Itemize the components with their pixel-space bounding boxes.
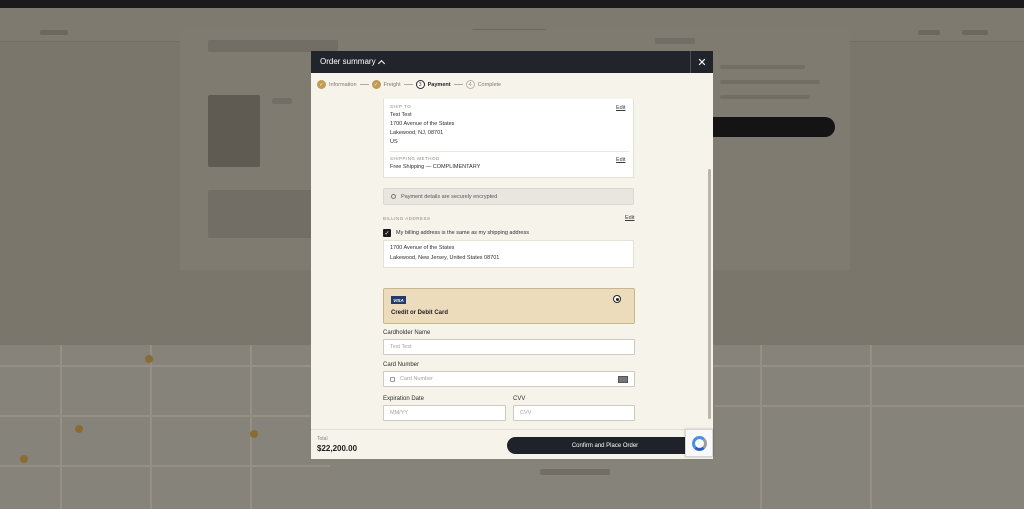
step-complete: 4 Complete [465,80,502,89]
step-label: Payment [427,81,451,88]
ship-to-label: SHIP TO [390,104,412,109]
map-road [0,415,320,417]
card-number-input[interactable]: Card Number [383,371,635,387]
map-road [250,345,252,509]
background-checkout-button [700,117,835,137]
map-pin-icon [250,430,258,438]
cvv-input[interactable]: CVV [513,405,635,421]
step-separator [453,84,463,85]
order-summary-modal: Order summary ✕ ✓ Information ✓ Freight … [311,51,713,459]
background-nav-item [962,30,988,35]
shipping-summary-card: SHIP TO Edit Test Test 1700 Avenue of th… [383,99,634,178]
map-road [715,405,1024,407]
edit-shipping-method-link[interactable]: Edit [616,157,625,163]
background-sidebar-line [720,65,805,69]
cardholder-name-value: Test Test [390,344,412,350]
close-button[interactable]: ✕ [690,51,713,73]
background-note-block [208,190,318,238]
same-as-shipping-label: My billing address is the same as my shi… [396,230,529,236]
step-separator [403,84,413,85]
step-label: Freight [383,81,401,88]
payment-option-radio[interactable] [613,295,621,303]
payment-option-label: Credit or Debit Card [391,310,449,316]
check-icon: ✓ [317,80,326,89]
confirm-order-button[interactable]: Confirm and Place Order [507,437,703,454]
ship-name: Test Test [390,112,412,118]
bill-street: 1700 Avenue of the States [390,245,455,251]
card-number-placeholder: Card Number [400,376,434,382]
cvv-placeholder: CVV [520,410,532,416]
shipping-method-label: SHIPPING METHOD [390,156,440,161]
map-road [870,345,872,509]
modal-scrollbar[interactable] [708,99,712,429]
map-road [0,465,330,467]
background-product-text [272,98,292,104]
map-road [760,345,762,509]
recaptcha-badge[interactable] [685,429,713,457]
close-icon: ✕ [697,56,707,69]
secure-note-text: Payment details are securely encrypted [401,193,498,200]
modal-scroll-content[interactable]: SHIP TO Edit Test Test 1700 Avenue of th… [311,99,707,428]
map-road [150,345,152,509]
background-sidebar-title [655,38,695,44]
step-separator [359,84,369,85]
expiration-date-placeholder: MM/YY [390,410,409,416]
ship-city: Lakewood, NJ, 08701 [390,130,444,136]
background-map-label [540,469,610,475]
background-nav-item [40,30,68,35]
modal-title: Order summary [320,57,376,66]
step-freight[interactable]: ✓ Freight [371,80,401,89]
cardholder-name-label: Cardholder Name [383,330,431,336]
billing-address-card: 1700 Avenue of the States Lakewood, New … [383,240,634,268]
step-number: 4 [465,80,475,89]
checkout-steps: ✓ Information ✓ Freight 3 Payment 4 Comp… [317,80,501,89]
edit-shipping-link[interactable]: Edit [616,105,625,111]
same-as-shipping-checkbox[interactable]: ✓ [383,229,391,237]
background-product-image [208,95,260,167]
shipping-method-value: Free Shipping — COMPLIMENTARY [390,164,481,170]
step-label: Information [329,81,357,88]
map-road [60,345,62,509]
expiration-date-input[interactable]: MM/YY [383,405,506,421]
step-label: Complete [477,81,502,88]
lock-icon [391,194,396,199]
card-number-label: Card Number [383,362,420,368]
check-icon: ✓ [371,80,381,89]
background-sidebar-line [720,95,810,99]
chevron-up-icon [377,59,385,67]
credit-card-option[interactable]: VISA Credit or Debit Card [383,288,635,324]
background-nav-item [918,30,940,35]
step-number: 3 [415,80,425,89]
step-payment: 3 Payment [415,80,451,89]
divider [389,151,629,152]
same-as-shipping-row[interactable]: ✓ My billing address is the same as my s… [383,229,529,237]
step-information[interactable]: ✓ Information [317,80,357,89]
modal-header: Order summary ✕ [311,51,713,73]
scrollbar-thumb[interactable] [708,169,711,419]
visa-icon: VISA [391,296,406,304]
expiration-date-label: Expiration Date [383,396,425,402]
total-value: $22,200.00 [317,444,358,453]
lock-icon [390,376,395,382]
recaptcha-icon [691,435,707,451]
map-pin-icon [20,455,28,463]
cvv-label: CVV [513,396,526,402]
edit-billing-link[interactable]: Edit [625,215,634,221]
credit-card-icon [618,376,628,383]
map-pin-icon [75,425,83,433]
billing-address-label: BILLING ADDRESS [383,216,431,221]
bill-city: Lakewood, New Jersey, United States 0870… [390,255,500,261]
background-sidebar-line [720,80,820,84]
ship-country: US [390,139,398,145]
ship-street: 1700 Avenue of the States [390,121,455,127]
modal-footer: Total $22,200.00 Confirm and Place Order [311,429,713,459]
secure-payment-note: Payment details are securely encrypted [383,188,634,205]
map-pin-icon [145,355,153,363]
background-top-strip [0,0,1024,8]
total-label: Total [317,436,328,442]
cardholder-name-input[interactable]: Test Test [383,339,635,355]
order-summary-toggle[interactable]: Order summary [320,57,385,67]
